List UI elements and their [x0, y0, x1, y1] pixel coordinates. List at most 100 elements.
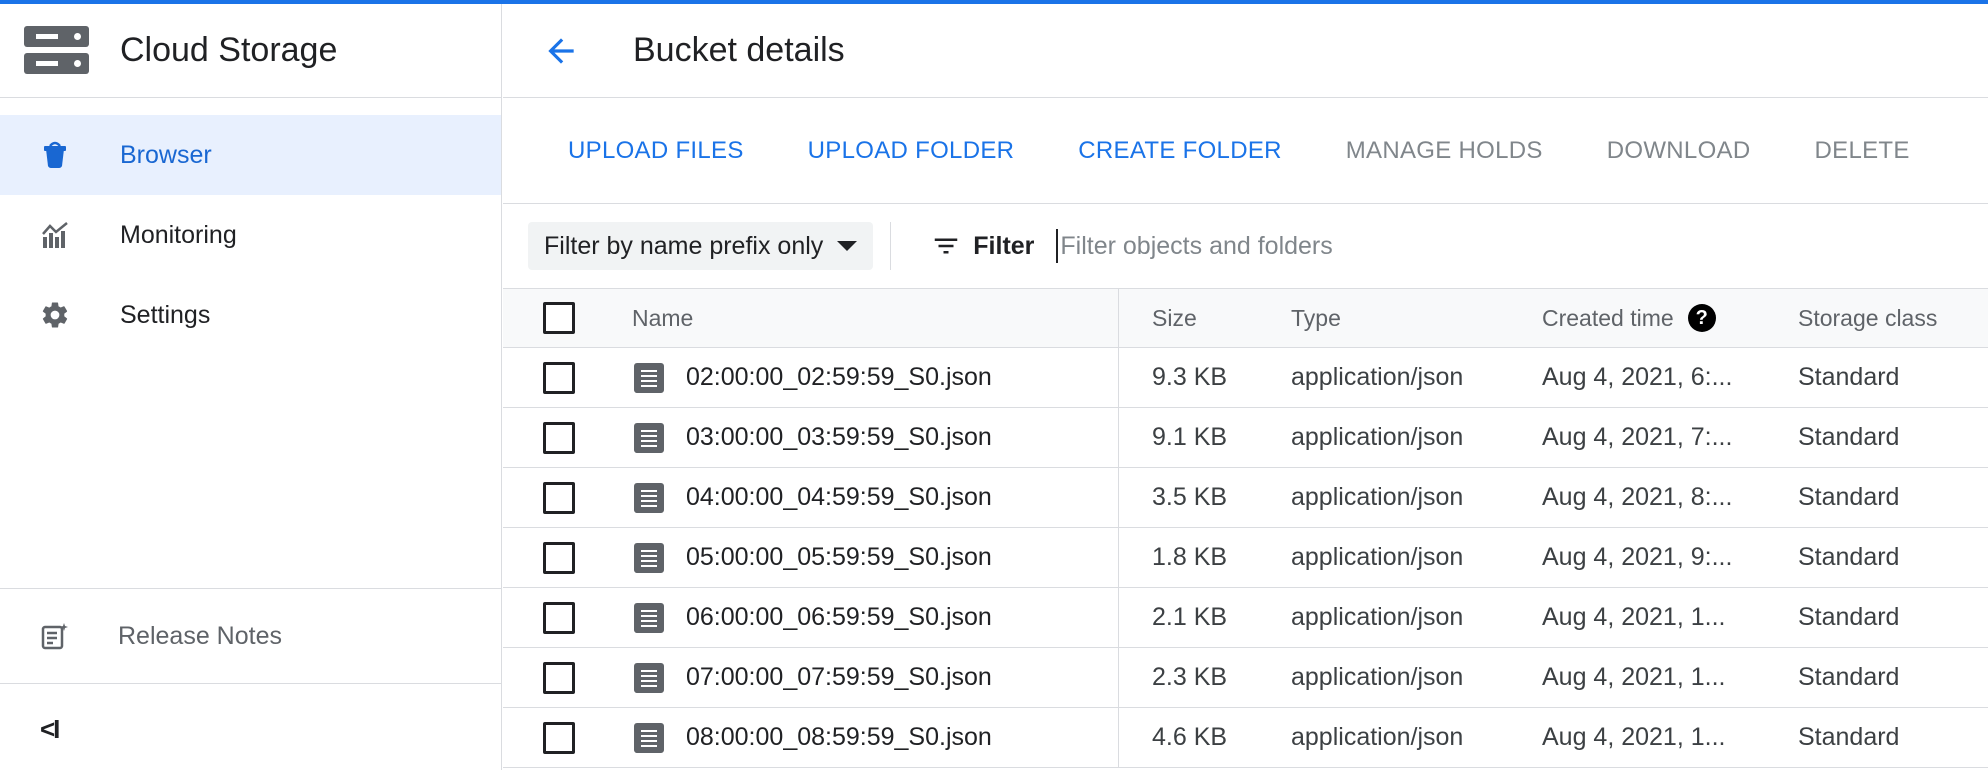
- column-divider: [1118, 528, 1119, 587]
- column-divider: [1118, 708, 1119, 767]
- object-name[interactable]: 07:00:00_07:59:59_S0.json: [634, 662, 992, 693]
- file-icon: [634, 722, 664, 753]
- file-icon: [634, 362, 664, 393]
- table-row[interactable]: 05:00:00_05:59:59_S0.json 1.8 KB applica…: [503, 528, 1988, 588]
- objects-table: Name Size Type Created time ? Storage cl…: [503, 288, 1988, 768]
- object-storage-class: Standard: [1798, 543, 1900, 571]
- object-name[interactable]: 04:00:00_04:59:59_S0.json: [634, 482, 992, 513]
- product-title: Cloud Storage: [120, 31, 338, 69]
- object-created: Aug 4, 2021, 8:...: [1542, 483, 1733, 511]
- create-folder-button[interactable]: CREATE FOLDER: [1078, 137, 1281, 165]
- sidebar-item-label: Monitoring: [120, 220, 237, 249]
- object-name[interactable]: 02:00:00_02:59:59_S0.json: [634, 362, 992, 393]
- download-button[interactable]: DOWNLOAD: [1607, 137, 1751, 165]
- column-divider: [1118, 468, 1119, 527]
- page-title: Bucket details: [633, 31, 845, 69]
- column-header-created-label: Created time: [1542, 304, 1674, 331]
- column-header-storage-class[interactable]: Storage class: [1798, 305, 1937, 332]
- filter-icon: [931, 231, 961, 261]
- column-divider: [1118, 648, 1119, 707]
- object-storage-class: Standard: [1798, 363, 1900, 391]
- sidebar-item-label: Browser: [120, 140, 212, 169]
- file-icon: [634, 482, 664, 513]
- object-name[interactable]: 08:00:00_08:59:59_S0.json: [634, 722, 992, 753]
- column-header-created[interactable]: Created time ?: [1542, 304, 1716, 332]
- table-row[interactable]: 06:00:00_06:59:59_S0.json 2.1 KB applica…: [503, 588, 1988, 648]
- row-checkbox[interactable]: [543, 721, 575, 754]
- sidebar-nav: Browser Monitoring Settings: [0, 98, 501, 355]
- table-row[interactable]: 04:00:00_04:59:59_S0.json 3.5 KB applica…: [503, 468, 1988, 528]
- file-icon: [634, 422, 664, 453]
- filter-button[interactable]: Filter: [931, 231, 1034, 261]
- object-storage-class: Standard: [1798, 723, 1900, 751]
- object-storage-class: Standard: [1798, 483, 1900, 511]
- sidebar-item-monitoring[interactable]: Monitoring: [0, 195, 501, 275]
- row-checkbox[interactable]: [543, 601, 575, 634]
- object-name[interactable]: 06:00:00_06:59:59_S0.json: [634, 602, 992, 633]
- object-type: application/json: [1291, 723, 1464, 751]
- select-all-checkbox[interactable]: [543, 302, 575, 334]
- collapse-sidebar-button[interactable]: <I: [40, 714, 60, 745]
- row-checkbox[interactable]: [543, 541, 575, 574]
- help-icon[interactable]: ?: [1687, 304, 1716, 332]
- object-toolbar: UPLOAD FILES UPLOAD FOLDER CREATE FOLDER…: [503, 98, 1988, 204]
- row-checkbox[interactable]: [543, 421, 575, 454]
- bucket-icon: [40, 140, 70, 170]
- filter-input[interactable]: [1056, 229, 1617, 263]
- upload-folder-button[interactable]: UPLOAD FOLDER: [808, 137, 1015, 165]
- object-name-text: 03:00:00_03:59:59_S0.json: [686, 423, 992, 451]
- page-header: Bucket details: [503, 4, 1988, 98]
- object-storage-class: Standard: [1798, 603, 1900, 631]
- object-name-text: 08:00:00_08:59:59_S0.json: [686, 723, 992, 751]
- table-row[interactable]: 02:00:00_02:59:59_S0.json 9.3 KB applica…: [503, 348, 1988, 408]
- main-content: Bucket details UPLOAD FILES UPLOAD FOLDE…: [503, 4, 1988, 770]
- object-size: 4.6 KB: [1152, 723, 1228, 751]
- object-created: Aug 4, 2021, 1...: [1542, 723, 1726, 751]
- row-checkbox[interactable]: [543, 361, 575, 394]
- object-name[interactable]: 03:00:00_03:59:59_S0.json: [634, 422, 992, 453]
- table-row[interactable]: 07:00:00_07:59:59_S0.json 2.3 KB applica…: [503, 648, 1988, 708]
- delete-button[interactable]: DELETE: [1815, 137, 1910, 165]
- object-size: 3.5 KB: [1152, 483, 1228, 511]
- table-header: Name Size Type Created time ? Storage cl…: [503, 288, 1988, 348]
- sidebar-item-settings[interactable]: Settings: [0, 275, 501, 355]
- release-notes-label: Release Notes: [118, 621, 282, 650]
- release-notes-link[interactable]: Release Notes: [0, 588, 501, 684]
- table-row[interactable]: 08:00:00_08:59:59_S0.json 4.6 KB applica…: [503, 708, 1988, 768]
- notes-icon: [40, 621, 70, 651]
- row-checkbox[interactable]: [543, 661, 575, 694]
- sidebar-header: Cloud Storage: [0, 4, 501, 98]
- prefix-filter-value: Filter by name prefix only: [544, 231, 824, 260]
- arrow-back-icon[interactable]: [541, 31, 581, 71]
- row-checkbox[interactable]: [543, 481, 575, 514]
- object-name-text: 04:00:00_04:59:59_S0.json: [686, 483, 992, 511]
- object-size: 2.1 KB: [1152, 603, 1228, 631]
- object-name-text: 06:00:00_06:59:59_S0.json: [686, 603, 992, 631]
- object-created: Aug 4, 2021, 6:...: [1542, 363, 1733, 391]
- sidebar-item-browser[interactable]: Browser: [0, 115, 501, 195]
- column-divider: [1118, 348, 1119, 407]
- table-row[interactable]: 03:00:00_03:59:59_S0.json 9.1 KB applica…: [503, 408, 1988, 468]
- divider: [890, 222, 892, 270]
- column-header-name[interactable]: Name: [632, 305, 693, 332]
- storage-icon: [24, 25, 89, 74]
- object-name-text: 02:00:00_02:59:59_S0.json: [686, 363, 992, 391]
- upload-files-button[interactable]: UPLOAD FILES: [568, 137, 744, 165]
- object-storage-class: Standard: [1798, 423, 1900, 451]
- filter-bar: Filter by name prefix only Filter: [503, 204, 1988, 288]
- object-name[interactable]: 05:00:00_05:59:59_S0.json: [634, 542, 992, 573]
- object-size: 9.3 KB: [1152, 363, 1228, 391]
- object-size: 9.1 KB: [1152, 423, 1228, 451]
- prefix-filter-select[interactable]: Filter by name prefix only: [528, 222, 874, 270]
- chart-icon: [40, 220, 70, 250]
- object-size: 2.3 KB: [1152, 663, 1228, 691]
- object-size: 1.8 KB: [1152, 543, 1228, 571]
- object-type: application/json: [1291, 663, 1464, 691]
- object-created: Aug 4, 2021, 1...: [1542, 663, 1726, 691]
- object-storage-class: Standard: [1798, 663, 1900, 691]
- object-created: Aug 4, 2021, 9:...: [1542, 543, 1733, 571]
- column-header-size[interactable]: Size: [1152, 305, 1197, 332]
- sidebar: Cloud Storage Browser Monitoring Setting…: [0, 4, 502, 770]
- column-header-type[interactable]: Type: [1291, 305, 1341, 332]
- manage-holds-button[interactable]: MANAGE HOLDS: [1346, 137, 1543, 165]
